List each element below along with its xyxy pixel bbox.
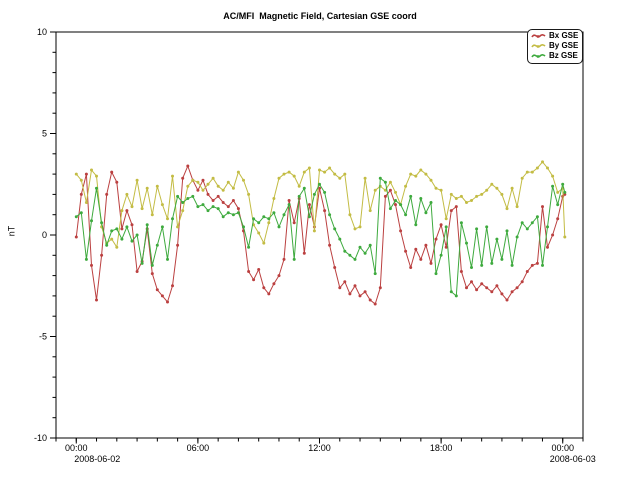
y-tick-label: 0 xyxy=(42,230,47,240)
legend: Bx GSEBy GSEBz GSE xyxy=(527,29,583,64)
x-tick-label: 00:00 xyxy=(65,443,88,453)
y-ticks: -10 -5 0 5 10 xyxy=(34,27,56,443)
legend-item-label: By GSE xyxy=(549,41,578,51)
y-tick-label: 5 xyxy=(42,129,47,139)
end-date-label: 2008-06-03 xyxy=(550,454,596,464)
series-line-icon xyxy=(531,42,546,50)
legend-item-label: Bz GSE xyxy=(549,51,578,61)
x-tick-label: 12:00 xyxy=(308,443,331,453)
plot-frame xyxy=(56,32,583,438)
legend-item-label: Bx GSE xyxy=(549,31,578,41)
series-bz-gse-line xyxy=(76,178,565,296)
series-line-icon xyxy=(531,32,546,40)
plot-window: AC/MFI Magnetic Field, Cartesian GSE coo… xyxy=(0,0,640,480)
series-by-gse-line xyxy=(76,162,565,247)
x-tick-label: 00:00 xyxy=(551,443,574,453)
y-tick-label: -10 xyxy=(34,433,47,443)
start-date-label: 2008-06-02 xyxy=(74,454,120,464)
x-tick-label: 18:00 xyxy=(430,443,453,453)
series-line-icon xyxy=(531,52,546,60)
legend-item: Bx GSE xyxy=(531,31,578,41)
legend-item: Bz GSE xyxy=(531,51,578,61)
legend-item: By GSE xyxy=(531,41,578,51)
x-tick-label: 06:00 xyxy=(187,443,210,453)
plot-area: 00:0006:0012:0018:0000:002008-06-022008-… xyxy=(0,0,640,480)
y-tick-label: -5 xyxy=(39,332,47,342)
y-tick-label: 10 xyxy=(37,27,47,37)
